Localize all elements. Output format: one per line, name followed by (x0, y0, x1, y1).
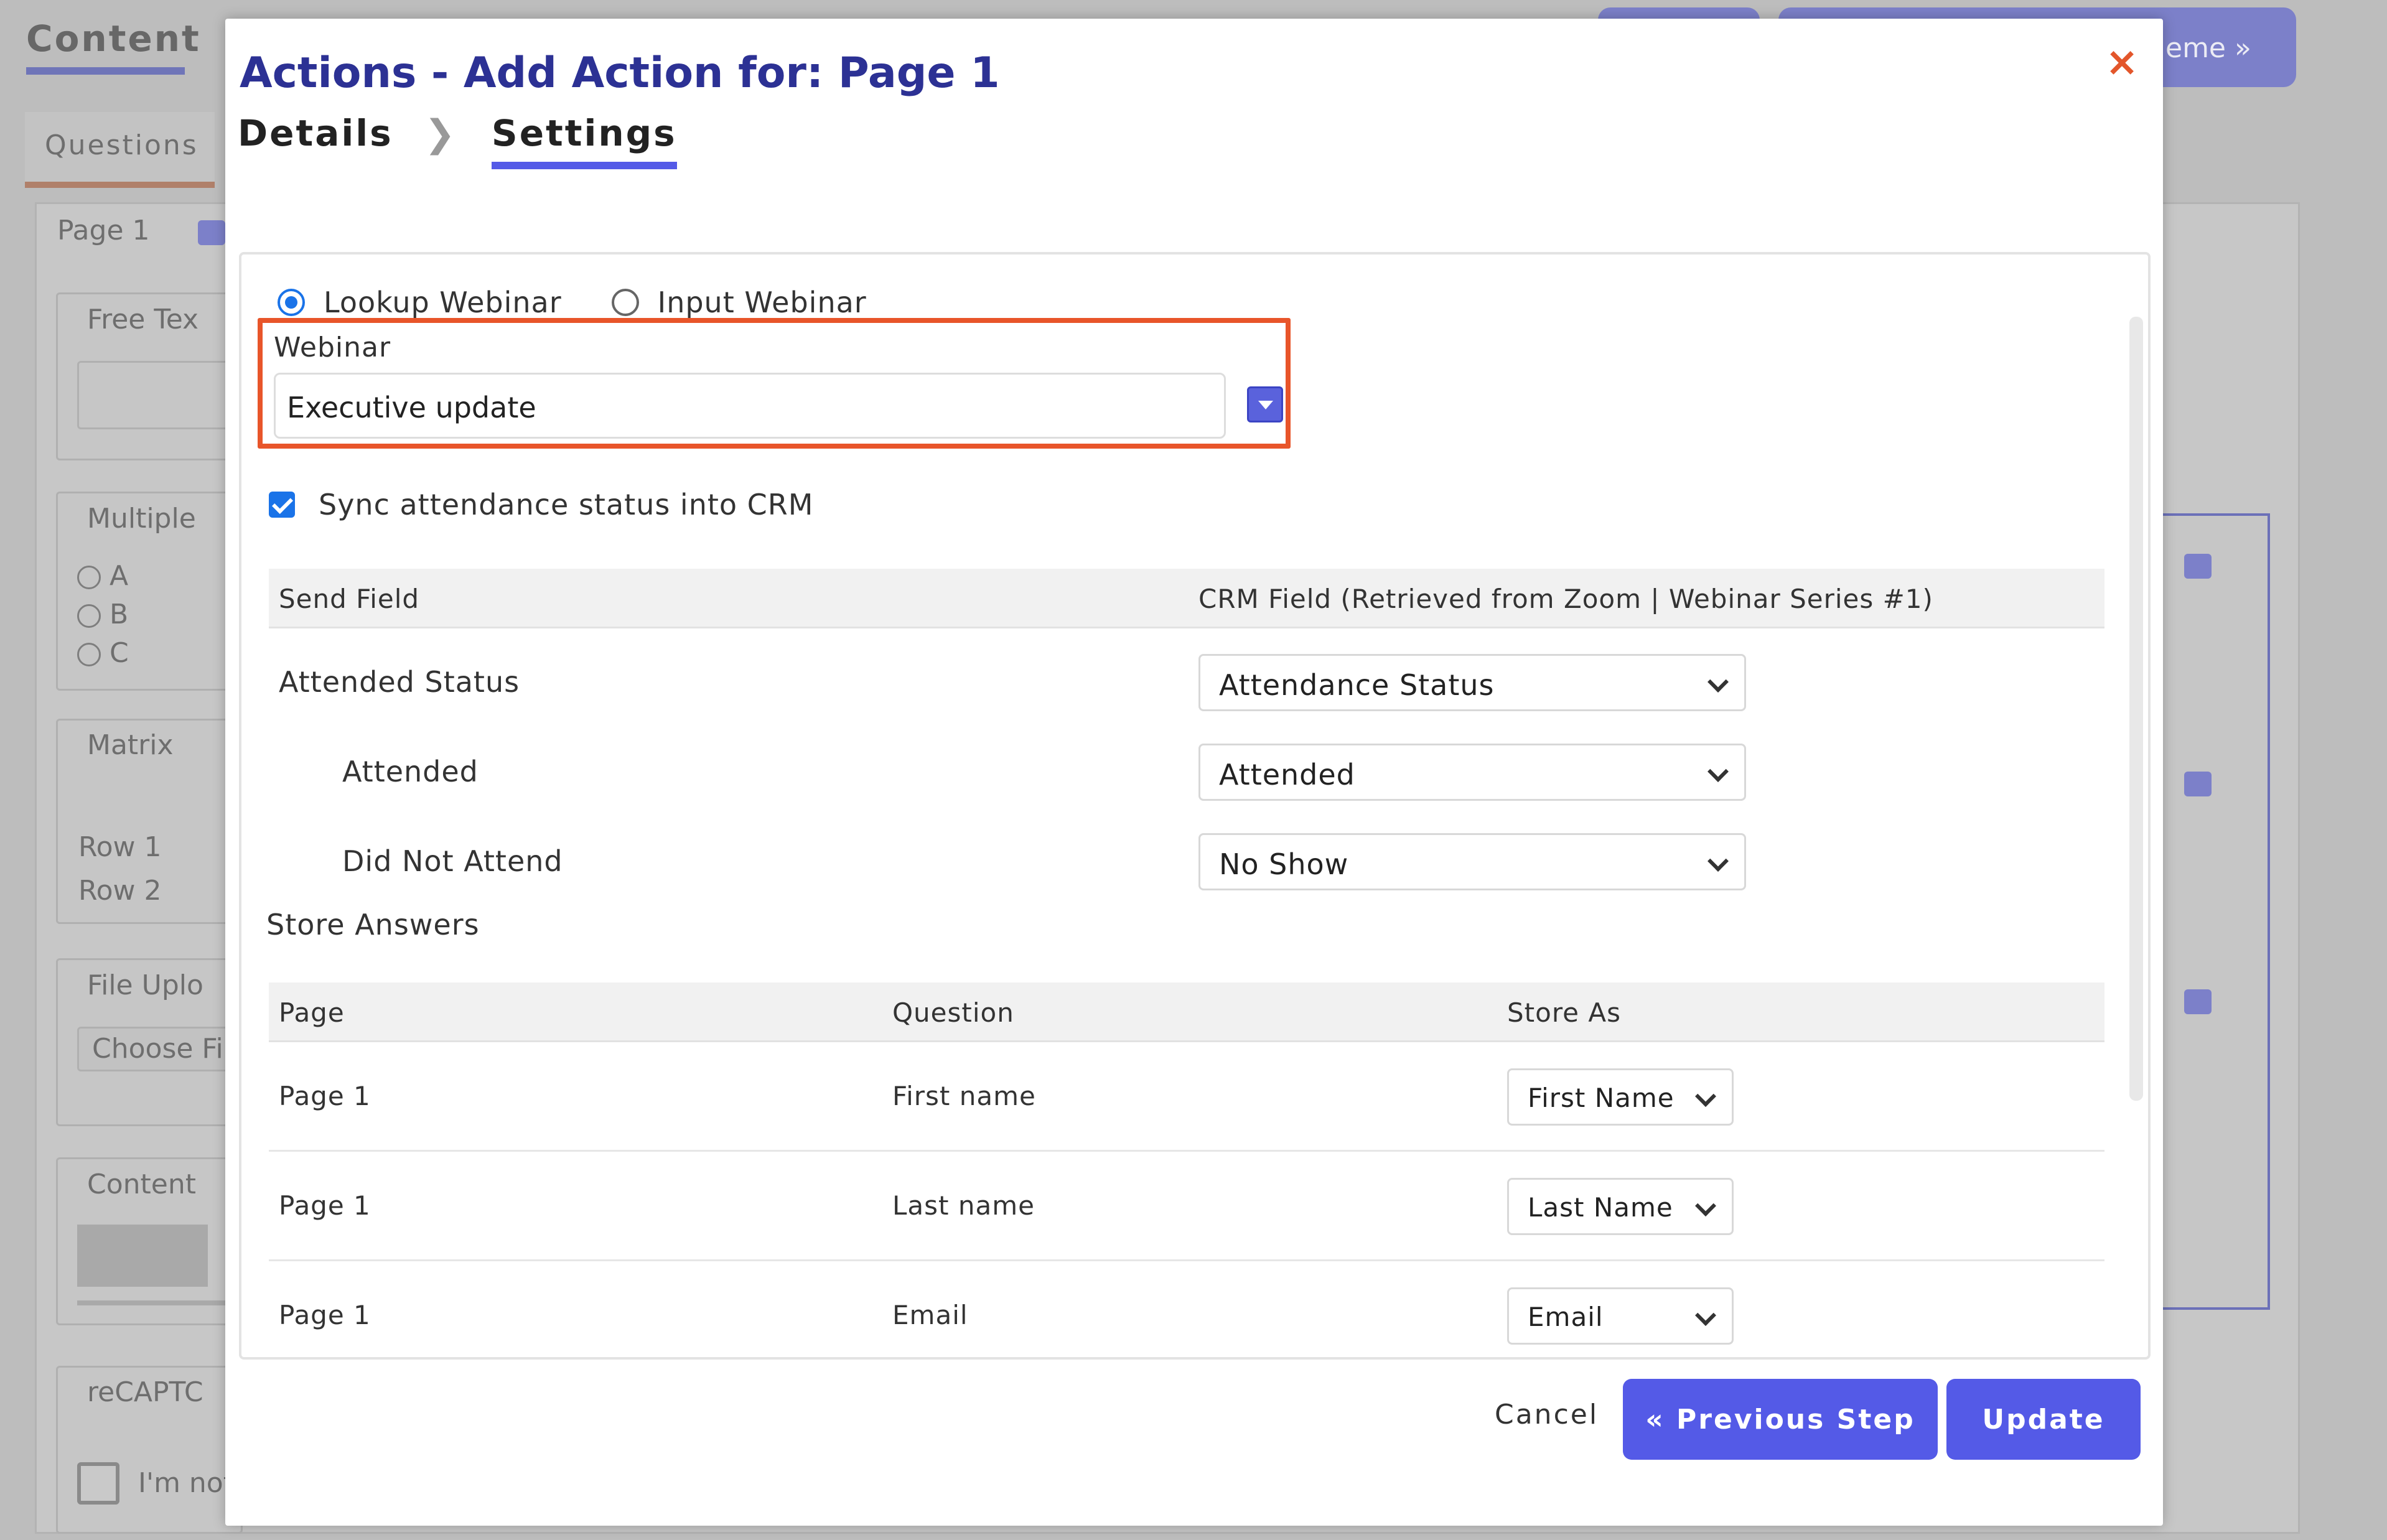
store-cell-question: Last name (892, 1190, 1035, 1221)
widget-content-label: Content (87, 1169, 196, 1200)
mapping-row-did-not-attend: Did Not Attend No Show (269, 826, 2104, 894)
close-icon[interactable]: × (2103, 42, 2141, 82)
option-c: C (77, 637, 129, 669)
previous-step-button[interactable]: « Previous Step (1623, 1379, 1938, 1460)
header-send-field: Send Field (279, 584, 420, 614)
store-cell-question: Email (892, 1300, 968, 1330)
option-radio (77, 643, 101, 666)
choose-file-label: Choose Fi (92, 1033, 223, 1065)
store-as-select-last-name[interactable]: Last Name (1507, 1178, 1734, 1235)
attendance-status-select[interactable]: Attendance Status (1198, 654, 1746, 711)
chevron-down-icon (1707, 851, 1729, 872)
mapping-row-attended: Attended Attended (269, 736, 2104, 805)
chevron-down-icon (1695, 1086, 1716, 1107)
add-action-modal: Actions - Add Action for: Page 1 × Detai… (225, 19, 2163, 1526)
questions-tab-underline (25, 182, 215, 188)
widget-free-text-label: Free Tex (87, 304, 199, 335)
page-label: Page 1 (57, 215, 150, 246)
modal-title: Actions - Add Action for: Page 1 (240, 49, 1000, 98)
store-answers-header: Page Question Store As (269, 982, 2104, 1042)
store-row-last-name: Page 1 Last name Last Name (269, 1153, 2104, 1261)
store-answers-title: Store Answers (266, 908, 480, 941)
theme-button-label: eme » (2165, 32, 2251, 64)
chevron-down-icon (1695, 1305, 1716, 1326)
sync-attendance-row: Sync attendance status into CRM (269, 488, 813, 521)
widget-recaptcha-label: reCAPTC (87, 1376, 203, 1408)
page-toggle[interactable] (198, 220, 225, 245)
store-cell-page: Page 1 (279, 1190, 371, 1221)
right-panel (2159, 513, 2270, 1310)
header-question: Question (892, 997, 1014, 1028)
chevron-down-icon (1707, 671, 1729, 693)
mapping-label: Attended Status (279, 665, 520, 699)
step-breadcrumb: Details ❯ Settings (238, 112, 677, 199)
sync-attendance-label: Sync attendance status into CRM (319, 488, 814, 521)
webinar-label: Webinar (274, 332, 391, 363)
store-row-first-name: Page 1 First name First Name (269, 1043, 2104, 1152)
update-button[interactable]: Update (1946, 1379, 2141, 1460)
radio-lookup-webinar[interactable] (278, 289, 305, 316)
settings-panel: Lookup Webinar Input Webinar Webinar Exe… (239, 252, 2151, 1360)
did-not-attend-select[interactable]: No Show (1198, 833, 1746, 890)
cancel-button[interactable]: Cancel (1495, 1399, 1599, 1430)
chevron-down-icon (1707, 761, 1729, 782)
option-b: B (77, 599, 128, 630)
mapping-label: Did Not Attend (342, 844, 563, 878)
store-cell-question: First name (892, 1081, 1036, 1111)
header-store-as: Store As (1507, 997, 1621, 1028)
chevron-down-icon[interactable] (1247, 386, 1283, 422)
step-details[interactable]: Details (238, 112, 393, 162)
widget-matrix-label: Matrix (87, 729, 174, 761)
radio-label-lookup: Lookup Webinar (324, 286, 562, 319)
right-toggle-3[interactable] (2184, 989, 2212, 1014)
header-crm-field: CRM Field (Retrieved from Zoom | Webinar… (1198, 584, 1933, 614)
step-settings[interactable]: Settings (491, 112, 677, 169)
sync-attendance-checkbox[interactable] (269, 492, 295, 518)
content-line (77, 1300, 227, 1305)
right-toggle-1[interactable] (2184, 554, 2212, 579)
widget-free-text-input (77, 361, 239, 429)
option-radio (77, 566, 101, 589)
radio-input-webinar[interactable] (611, 289, 639, 316)
questions-tab-label: Questions (45, 129, 199, 161)
webinar-mode-radios: Lookup Webinar Input Webinar (278, 286, 917, 319)
store-cell-page: Page 1 (279, 1081, 371, 1111)
mapping-header: Send Field CRM Field (Retrieved from Zoo… (269, 569, 2104, 628)
radio-label-input: Input Webinar (657, 286, 867, 319)
right-toggle-2[interactable] (2184, 772, 2212, 796)
webinar-input[interactable]: Executive update (274, 373, 1226, 439)
chevron-down-icon (1695, 1195, 1716, 1216)
store-as-select-email[interactable]: Email (1507, 1287, 1734, 1345)
mapping-label: Attended (342, 755, 479, 788)
webinar-highlight: Webinar Executive update (258, 318, 1291, 449)
chevron-right-icon: ❯ (424, 112, 455, 156)
matrix-row-2: Row 2 (78, 875, 162, 907)
content-tab[interactable]: Content (26, 17, 201, 60)
content-image-placeholder (77, 1225, 208, 1287)
store-row-email: Page 1 Email Email (269, 1262, 2104, 1357)
content-tab-underline (26, 67, 185, 75)
option-radio (77, 604, 101, 628)
mapping-row-attended-status: Attended Status Attendance Status (269, 646, 2104, 715)
widget-file-upload-label: File Uplo (87, 969, 203, 1001)
widget-multiple-label: Multiple (87, 503, 196, 534)
matrix-row-1: Row 1 (78, 831, 162, 863)
captcha-text: I'm not (138, 1467, 234, 1499)
store-as-select-first-name[interactable]: First Name (1507, 1068, 1734, 1126)
store-cell-page: Page 1 (279, 1300, 371, 1330)
scrollbar[interactable] (2129, 317, 2143, 1101)
option-a: A (77, 560, 128, 592)
attended-select[interactable]: Attended (1198, 744, 1746, 801)
captcha-checkbox[interactable] (77, 1462, 119, 1505)
header-page: Page (279, 997, 345, 1028)
